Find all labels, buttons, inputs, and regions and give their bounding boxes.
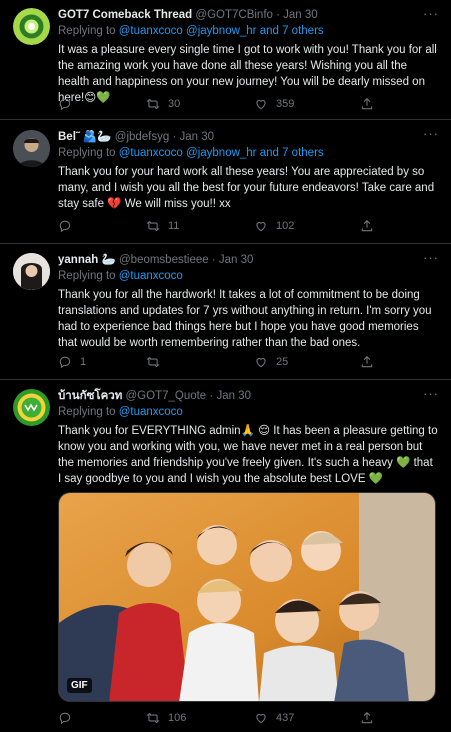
share-button[interactable] — [360, 354, 374, 370]
avatar[interactable] — [13, 8, 50, 45]
like-button[interactable]: 437 — [254, 710, 294, 726]
share-icon — [361, 98, 373, 110]
retweet-button[interactable]: 11 — [146, 218, 179, 234]
replying-to-link[interactable]: @tuanxcoco — [119, 406, 183, 418]
tweet-3[interactable]: ··· yannah 🦢 @beomsbestieee · Jan 30 Rep… — [0, 244, 451, 380]
retweet-button[interactable]: 30 — [146, 96, 180, 112]
replying-to: Replying to @tuanxcoco — [58, 405, 439, 420]
replying-prefix: Replying to — [58, 406, 119, 418]
retweet-icon — [146, 98, 160, 110]
like-button[interactable]: 359 — [254, 96, 294, 112]
display-name[interactable]: บ้านกัซโควท — [58, 390, 122, 402]
tweet-text: Thank you for your hard work all these y… — [58, 166, 435, 210]
share-button[interactable] — [360, 96, 374, 112]
heart-icon — [256, 100, 266, 110]
display-name[interactable]: Bel˜ 🫂🦢 — [58, 131, 112, 143]
tweet-header: Bel˜ 🫂🦢 @jbdefsyg · Jan 30 — [58, 130, 439, 145]
handle[interactable]: @GOT7_Quote — [126, 390, 207, 402]
reply-button[interactable]: 1 — [58, 354, 86, 370]
like-button[interactable]: 102 — [254, 218, 294, 234]
action-bar: 30 359 — [58, 96, 388, 112]
person-photo-icon — [13, 253, 50, 290]
display-name[interactable]: yannah 🦢 — [58, 254, 116, 266]
share-icon — [361, 220, 373, 232]
retweet-count: 106 — [168, 712, 187, 724]
reply-icon — [59, 712, 71, 725]
gif-badge: GIF — [67, 678, 92, 693]
tweet-date[interactable]: · Jan 30 — [212, 254, 254, 266]
retweet-button[interactable]: 106 — [146, 710, 186, 726]
like-count: 437 — [276, 712, 295, 724]
share-icon — [361, 356, 373, 368]
tweet-header: บ้านกัซโควท @GOT7_Quote · Jan 30 — [58, 389, 439, 404]
action-bar: 11 102 — [58, 218, 388, 234]
share-button[interactable] — [360, 218, 374, 234]
gif-media[interactable]: GIF — [58, 492, 436, 702]
tweet-2[interactable]: ··· Bel˜ 🫂🦢 @jbdefsyg · Jan 30 Replying … — [0, 120, 451, 244]
action-bar: 1 25 — [58, 354, 388, 370]
retweet-icon — [146, 220, 160, 232]
green-circle-logo-icon — [13, 8, 50, 45]
reply-button[interactable] — [58, 710, 80, 726]
tweet-text: Thank you for all the hardwork! It takes… — [58, 289, 432, 349]
avatar[interactable] — [13, 389, 50, 426]
heart-icon — [256, 714, 266, 724]
heart-icon — [256, 222, 266, 232]
retweet-icon — [146, 712, 160, 724]
reply-icon — [59, 98, 71, 111]
replying-to-link[interactable]: @tuanxcoco — [119, 270, 183, 282]
replying-to-link[interactable]: @tuanxcoco @jaybnow_hr and 7 others — [119, 147, 324, 159]
group-photo-image — [59, 493, 435, 701]
share-icon — [361, 712, 373, 724]
like-count: 102 — [276, 220, 295, 232]
replying-to-link[interactable]: @tuanxcoco @jaybnow_hr and 7 others — [119, 25, 324, 37]
tweet-date[interactable]: · Jan 30 — [276, 9, 318, 21]
like-button[interactable]: 25 — [254, 354, 288, 370]
like-count: 359 — [276, 98, 295, 110]
handle[interactable]: @jbdefsyg — [115, 131, 170, 143]
replying-to: Replying to @tuanxcoco — [58, 269, 439, 284]
replying-prefix: Replying to — [58, 147, 119, 159]
tweet-date[interactable]: · Jan 30 — [209, 390, 251, 402]
retweet-count: 30 — [168, 98, 181, 110]
avatar[interactable] — [13, 253, 50, 290]
reply-button[interactable] — [58, 218, 80, 234]
handle[interactable]: @beomsbestieee — [119, 254, 209, 266]
reply-count: 1 — [80, 356, 87, 368]
replying-to: Replying to @tuanxcoco @jaybnow_hr and 7… — [58, 146, 439, 161]
display-name[interactable]: GOT7 Comeback Thread — [58, 9, 192, 21]
tweet-text: Thank you for EVERYTHING admin🙏 😌 It has… — [58, 425, 438, 485]
retweet-icon — [146, 356, 160, 368]
got7-quote-logo-icon — [13, 389, 50, 426]
replying-to: Replying to @tuanxcoco @jaybnow_hr and 7… — [58, 24, 439, 39]
retweet-button[interactable] — [146, 354, 168, 370]
action-bar: 106 437 — [58, 710, 388, 726]
replying-prefix: Replying to — [58, 25, 119, 37]
heart-icon — [256, 358, 266, 368]
avatar[interactable] — [13, 130, 50, 167]
like-count: 25 — [276, 356, 289, 368]
reply-icon — [59, 220, 71, 233]
tweet-header: yannah 🦢 @beomsbestieee · Jan 30 — [58, 253, 439, 268]
reply-icon — [59, 356, 71, 369]
tweet-date[interactable]: · Jan 30 — [172, 131, 214, 143]
retweet-count: 11 — [168, 220, 180, 232]
tweet-4[interactable]: ··· บ้านกัซโควท @GOT7_Quote · Jan 30 Rep… — [0, 380, 451, 732]
handle[interactable]: @GOT7CBinfo — [195, 9, 273, 21]
replying-prefix: Replying to — [58, 270, 119, 282]
tweet-header: GOT7 Comeback Thread @GOT7CBinfo · Jan 3… — [58, 8, 439, 23]
tweet-1[interactable]: ··· GOT7 Comeback Thread @GOT7CBinfo · J… — [0, 0, 451, 120]
person-photo-icon — [13, 130, 50, 167]
reply-button[interactable] — [58, 96, 80, 112]
share-button[interactable] — [360, 710, 374, 726]
